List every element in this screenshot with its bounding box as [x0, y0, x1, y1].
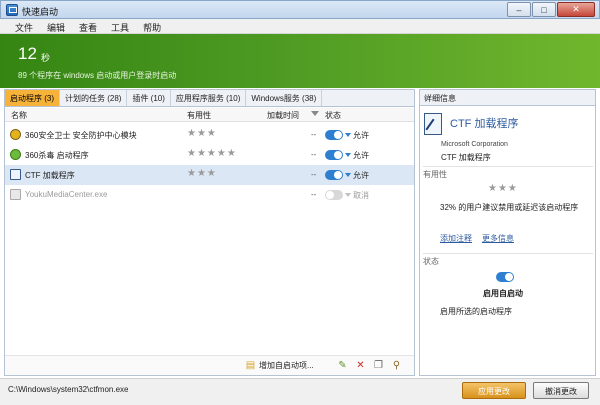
status-heading: 状态: [423, 257, 439, 266]
360-antivirus-icon: [10, 149, 21, 160]
window-title: 快速启动: [22, 7, 59, 17]
details-state: 启用自启动: [483, 289, 523, 298]
item-delay: --: [311, 170, 317, 179]
divider: [423, 253, 593, 254]
apply-changes-button[interactable]: 应用更改: [462, 382, 526, 399]
undo-changes-button[interactable]: 撤消更改: [533, 382, 589, 399]
item-name: CTF 加载程序: [25, 171, 75, 180]
list-item[interactable]: YoukuMediaCenter.exe -- 取消: [5, 185, 414, 205]
divider: [423, 166, 593, 167]
usefulness-stars: ★★★★★: [187, 148, 237, 159]
details-description: 启用所选的启动程序: [440, 307, 512, 316]
column-header: 名称 有用性 加载时间 状态: [5, 108, 414, 122]
list-item[interactable]: 360安全卫士 安全防护中心模块 ★★★ -- 允许: [5, 125, 414, 145]
menu-tools[interactable]: 工具: [104, 19, 136, 33]
edit-icon[interactable]: ✎: [337, 360, 348, 371]
menu-view[interactable]: 查看: [72, 19, 104, 33]
usefulness-stars: ★★★: [187, 128, 217, 139]
details-panel: 详细信息 » CTF 加载程序 Microsoft Corporation CT…: [419, 89, 596, 376]
search-online-icon[interactable]: ⚲: [391, 360, 402, 371]
item-name: YoukuMediaCenter.exe: [25, 190, 108, 199]
ctf-program-icon: [424, 113, 442, 135]
sort-desc-icon: [311, 111, 319, 116]
details-stars: ★★★: [488, 183, 518, 194]
tab-app-services[interactable]: 应用程序服务 (10): [171, 90, 247, 106]
tab-scheduled-tasks[interactable]: 计划的任务 (28): [60, 90, 128, 106]
tab-plugins[interactable]: 插件 (10): [127, 90, 171, 106]
selected-path: C:\Windows\system32\ctfmon.exe: [8, 385, 129, 394]
360-safe-icon: [10, 129, 21, 140]
item-delay: --: [311, 190, 317, 199]
app-icon: [6, 4, 18, 16]
category-tabs: 启动程序 (3) 计划的任务 (28) 插件 (10) 应用程序服务 (10) …: [5, 90, 414, 107]
ctf-loader-icon: [10, 169, 21, 180]
item-name: 360杀毒 启动程序: [25, 151, 89, 160]
item-status: 允许: [353, 131, 369, 140]
details-product: CTF 加载程序: [441, 153, 491, 162]
enable-toggle[interactable]: [325, 170, 343, 180]
add-startup-button[interactable]: 增加自启动项...: [259, 360, 314, 371]
delete-icon[interactable]: ✕: [355, 360, 366, 371]
list-toolbar: ▤ 增加自启动项... ✎ ✕ ❐ ⚲: [5, 355, 414, 375]
title-bar: 快速启动 – □ ✕: [0, 0, 600, 19]
tab-windows-services[interactable]: Windows服务 (38): [246, 90, 323, 106]
menu-bar: 文件 编辑 查看 工具 帮助: [0, 19, 600, 34]
chevron-down-icon[interactable]: [345, 173, 351, 177]
item-status: 允许: [353, 151, 369, 160]
more-info-link[interactable]: 更多信息: [482, 233, 514, 244]
close-button[interactable]: ✕: [557, 2, 595, 17]
boot-summary: 89 个程序在 windows 启动或用户登录时启动: [18, 71, 177, 80]
enable-toggle[interactable]: [325, 190, 343, 200]
item-status: 取消: [353, 191, 369, 200]
col-delay[interactable]: 加载时间: [267, 110, 299, 121]
enable-toggle[interactable]: [325, 130, 343, 140]
menu-edit[interactable]: 编辑: [40, 19, 72, 33]
window-controls: – □ ✕: [506, 2, 595, 17]
item-status: 允许: [353, 171, 369, 180]
menu-help[interactable]: 帮助: [136, 19, 168, 33]
exe-file-icon: [10, 189, 21, 200]
details-program-name: CTF 加载程序: [450, 118, 519, 130]
details-header: 详细信息 »: [420, 90, 595, 106]
col-usefulness[interactable]: 有用性: [187, 110, 211, 121]
minimize-button[interactable]: –: [507, 2, 531, 17]
chevron-down-icon[interactable]: [345, 193, 351, 197]
enable-toggle[interactable]: [325, 150, 343, 160]
usefulness-stars: ★★★: [187, 168, 217, 179]
col-name[interactable]: 名称: [11, 110, 27, 121]
item-name: 360安全卫士 安全防护中心模块: [25, 131, 137, 140]
col-status[interactable]: 状态: [325, 110, 341, 121]
details-enable-toggle[interactable]: [496, 272, 514, 282]
maximize-button[interactable]: □: [532, 2, 556, 17]
add-startup-icon: ▤: [245, 360, 256, 371]
boot-time-banner: 12 秒 89 个程序在 windows 启动或用户登录时启动: [0, 34, 600, 88]
list-item[interactable]: CTF 加载程序 ★★★ -- 允许: [5, 165, 414, 185]
details-company: Microsoft Corporation: [441, 141, 508, 148]
startup-list-panel: 启动程序 (3) 计划的任务 (28) 插件 (10) 应用程序服务 (10) …: [4, 89, 415, 376]
item-delay: --: [311, 130, 317, 139]
boot-time-value: 12: [18, 44, 37, 63]
menu-file[interactable]: 文件: [8, 19, 40, 33]
list-item[interactable]: 360杀毒 启动程序 ★★★★★ -- 允许: [5, 145, 414, 165]
disable-percentage: 32% 的用户建议禁用或延迟该启动程序: [440, 203, 579, 212]
chevron-down-icon[interactable]: [345, 153, 351, 157]
boot-time-unit: 秒: [41, 53, 51, 63]
chevron-down-icon[interactable]: [345, 133, 351, 137]
tab-startup[interactable]: 启动程序 (3): [5, 90, 60, 106]
item-delay: --: [311, 150, 317, 159]
collapse-panel-icon[interactable]: »: [424, 93, 590, 102]
open-location-icon[interactable]: ❐: [373, 360, 384, 371]
add-note-link[interactable]: 添加注释: [440, 233, 472, 244]
usefulness-heading: 有用性: [423, 170, 447, 179]
status-bar: C:\Windows\system32\ctfmon.exe 应用更改 撤消更改: [0, 378, 600, 405]
